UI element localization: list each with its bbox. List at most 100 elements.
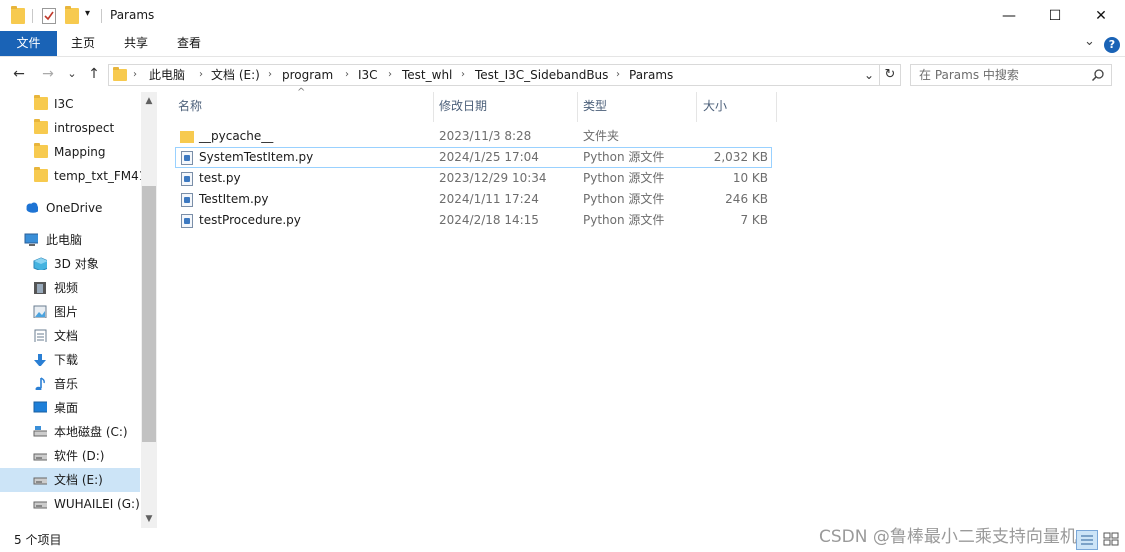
sidebar-item-3d-objects[interactable]: 3D 对象 xyxy=(0,252,140,276)
ribbon-tabs: 文件 主页 共享 查看 ⌄ ? xyxy=(0,31,1125,57)
column-header-date[interactable]: 修改日期 xyxy=(439,92,487,122)
up-button[interactable]: ↑ xyxy=(86,65,102,83)
folder-icon xyxy=(113,67,127,81)
divider xyxy=(32,9,33,23)
search-box[interactable] xyxy=(910,64,1112,86)
tab-home[interactable]: 主页 xyxy=(65,31,101,56)
sidebar-item-label: 3D 对象 xyxy=(54,257,99,271)
help-icon[interactable]: ? xyxy=(1104,37,1120,53)
expand-ribbon-icon[interactable]: ⌄ xyxy=(1084,34,1095,49)
address-dropdown-icon[interactable]: ⌄ xyxy=(864,65,874,85)
sidebar-item-label: 图片 xyxy=(54,305,79,319)
folder-icon xyxy=(34,143,48,158)
breadcrumb-item[interactable]: 此电脑 xyxy=(149,65,185,85)
file-date: 2023/11/3 8:28 xyxy=(439,129,532,143)
sidebar-item-documents[interactable]: 文档 xyxy=(0,324,140,348)
divider xyxy=(101,9,102,23)
refresh-button[interactable]: ↻ xyxy=(879,64,901,86)
column-header-type[interactable]: 类型 xyxy=(583,92,607,122)
chevron-right-icon[interactable]: › xyxy=(133,65,137,85)
column-header-name[interactable]: 名称 xyxy=(178,92,202,122)
search-input[interactable] xyxy=(919,66,1079,84)
column-header-size[interactable]: 大小 xyxy=(703,92,727,122)
sidebar-item-label: 本地磁盘 (C:) xyxy=(54,425,128,439)
file-name: TestItem.py xyxy=(199,192,269,206)
sidebar-item-temp-txt[interactable]: temp_txt_FM41 xyxy=(0,164,146,188)
sidebar-item-videos[interactable]: 视频 xyxy=(0,276,140,300)
chevron-right-icon[interactable]: › xyxy=(345,65,349,85)
file-type: 文件夹 xyxy=(583,129,620,143)
breadcrumb-item[interactable]: Params xyxy=(629,65,673,85)
file-row-test[interactable]: test.py 2023/12/29 10:34 Python 源文件 10 K… xyxy=(175,168,772,189)
sidebar-item-mapping[interactable]: Mapping xyxy=(0,140,140,164)
column-divider[interactable] xyxy=(433,92,434,122)
sidebar-item-label: I3C xyxy=(54,97,74,111)
sidebar-item-pictures[interactable]: 图片 xyxy=(0,300,140,324)
file-name: SystemTestItem.py xyxy=(199,150,314,164)
music-icon xyxy=(35,377,45,390)
download-icon xyxy=(34,354,46,366)
folder-icon xyxy=(180,131,194,143)
sidebar-item-this-pc[interactable]: 此电脑 xyxy=(0,228,140,252)
column-divider[interactable] xyxy=(776,92,777,122)
chevron-right-icon[interactable]: › xyxy=(388,65,392,85)
chevron-right-icon[interactable]: › xyxy=(461,65,465,85)
sidebar-item-onedrive[interactable]: OneDrive xyxy=(0,196,140,220)
sidebar-item-label: 音乐 xyxy=(54,377,79,391)
column-divider[interactable] xyxy=(696,92,697,122)
close-button[interactable]: ✕ xyxy=(1078,0,1124,31)
sidebar-item-label: OneDrive xyxy=(46,201,103,215)
tab-view[interactable]: 查看 xyxy=(171,31,207,56)
chevron-right-icon[interactable]: › xyxy=(616,65,620,85)
breadcrumb-item[interactable]: program xyxy=(282,65,333,85)
file-type: Python 源文件 xyxy=(583,192,665,206)
sidebar-scrollbar-thumb[interactable] xyxy=(142,186,156,442)
large-icons-view-button[interactable] xyxy=(1101,530,1121,548)
properties-icon[interactable] xyxy=(42,8,56,24)
details-view-button[interactable] xyxy=(1076,530,1098,550)
file-date: 2024/2/18 14:15 xyxy=(439,213,539,227)
chevron-right-icon[interactable]: › xyxy=(199,65,203,85)
breadcrumb-item[interactable]: 文档 (E:) xyxy=(211,65,260,85)
file-name: test.py xyxy=(199,171,241,185)
sidebar-item-i3c[interactable]: I3C xyxy=(0,92,140,116)
documents-icon xyxy=(34,329,47,342)
file-row-testprocedure[interactable]: testProcedure.py 2024/2/18 14:15 Python … xyxy=(175,210,772,231)
maximize-button[interactable]: ☐ xyxy=(1032,0,1078,31)
folder-icon xyxy=(34,95,48,110)
minimize-button[interactable]: — xyxy=(986,0,1032,31)
sidebar-item-label: 下载 xyxy=(54,353,79,367)
file-row-pycache[interactable]: __pycache__ 2023/11/3 8:28 文件夹 xyxy=(175,126,772,147)
sidebar-item-introspect[interactable]: introspect xyxy=(0,116,140,140)
sidebar-item-drive-d[interactable]: 软件 (D:) xyxy=(0,444,140,468)
customize-toolbar-icon[interactable]: ▾ xyxy=(85,8,90,19)
cloud-icon xyxy=(26,202,38,213)
search-icon[interactable] xyxy=(1091,68,1105,82)
chevron-right-icon[interactable]: › xyxy=(268,65,272,85)
file-size: 246 KB xyxy=(725,192,768,206)
breadcrumb-item[interactable]: Test_whl xyxy=(402,65,452,85)
tab-file[interactable]: 文件 xyxy=(0,31,57,56)
sidebar-item-drive-e[interactable]: 文档 (E:) xyxy=(0,468,140,492)
folder-icon xyxy=(11,6,25,24)
drive-icon xyxy=(33,477,47,485)
recent-locations-button[interactable]: ⌄ xyxy=(64,65,80,83)
breadcrumb-item[interactable]: I3C xyxy=(358,65,378,85)
sidebar-item-label: 文档 xyxy=(54,329,79,343)
sidebar-item-downloads[interactable]: 下载 xyxy=(0,348,140,372)
new-folder-icon[interactable] xyxy=(65,6,79,24)
file-row-systemtestitem[interactable]: SystemTestItem.py 2024/1/25 17:04 Python… xyxy=(175,147,772,168)
column-divider[interactable] xyxy=(577,92,578,122)
tab-share[interactable]: 共享 xyxy=(118,31,154,56)
address-bar[interactable]: › 此电脑 › 文档 (E:) › program › I3C › Test_w… xyxy=(108,64,880,86)
sidebar-item-drive-c[interactable]: 本地磁盘 (C:) xyxy=(0,420,140,444)
scroll-down-icon[interactable]: ▼ xyxy=(141,512,157,526)
breadcrumb-item[interactable]: Test_I3C_SidebandBus xyxy=(475,65,608,85)
file-row-testitem[interactable]: TestItem.py 2024/1/11 17:24 Python 源文件 2… xyxy=(175,189,772,210)
forward-button[interactable]: → xyxy=(40,65,56,83)
sidebar-item-desktop[interactable]: 桌面 xyxy=(0,396,140,420)
sidebar-item-music[interactable]: 音乐 xyxy=(0,372,140,396)
sidebar-item-drive-g[interactable]: WUHAILEI (G:) xyxy=(0,492,140,516)
scroll-up-icon[interactable]: ▲ xyxy=(141,94,157,108)
back-button[interactable]: ← xyxy=(11,65,27,83)
